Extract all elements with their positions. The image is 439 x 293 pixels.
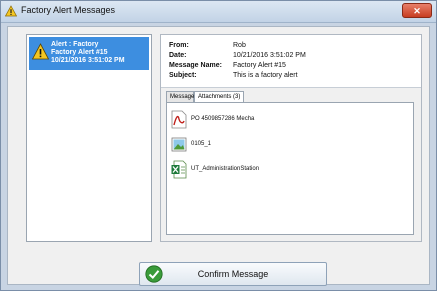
attachment-name: 0105_1 bbox=[191, 141, 212, 147]
message-panel: From: Rob Date: 10/21/2016 3:51:02 PM Me… bbox=[160, 34, 422, 242]
pdf-icon bbox=[171, 110, 187, 129]
attachments-list: PO 4509857286 Mecha 0105_1 UT_Administra… bbox=[166, 102, 414, 235]
image-file-icon bbox=[171, 137, 187, 152]
from-value: Rob bbox=[233, 42, 246, 49]
warning-icon bbox=[5, 5, 17, 17]
warning-icon bbox=[32, 43, 49, 60]
client-area: Alert : Factory Factory Alert #15 10/21/… bbox=[7, 26, 430, 286]
from-label: From: bbox=[169, 42, 189, 49]
title-bar[interactable]: Factory Alert Messages ✕ bbox=[1, 1, 436, 23]
close-icon: ✕ bbox=[413, 6, 421, 16]
date-value: 10/21/2016 3:51:02 PM bbox=[233, 52, 306, 59]
alert-timestamp: 10/21/2016 3:51:02 PM bbox=[51, 57, 125, 64]
date-label: Date: bbox=[169, 52, 187, 59]
confirm-message-label: Confirm Message bbox=[197, 269, 269, 279]
alert-type: Alert : Factory bbox=[51, 41, 99, 48]
confirm-message-button[interactable]: Confirm Message bbox=[139, 262, 327, 286]
attachment-item[interactable]: PO 4509857286 Mecha bbox=[171, 110, 401, 130]
attachment-item[interactable]: 0105_1 bbox=[171, 135, 401, 155]
message-name-value: Factory Alert #15 bbox=[233, 62, 286, 69]
alert-name: Factory Alert #15 bbox=[51, 49, 108, 56]
window-title: Factory Alert Messages bbox=[21, 5, 116, 15]
subject-label: Subject: bbox=[169, 72, 197, 79]
subject-value: This is a factory alert bbox=[233, 72, 298, 79]
excel-icon bbox=[171, 160, 187, 179]
attachment-name: UT_AdministrationStation bbox=[191, 166, 260, 172]
close-button[interactable]: ✕ bbox=[402, 3, 432, 18]
tab-message[interactable]: Message bbox=[166, 91, 194, 102]
message-header: From: Rob Date: 10/21/2016 3:51:02 PM Me… bbox=[161, 35, 421, 88]
alert-list-item[interactable]: Alert : Factory Factory Alert #15 10/21/… bbox=[29, 37, 149, 70]
factory-alert-window: Factory Alert Messages ✕ Alert : Factory… bbox=[0, 0, 437, 291]
attachment-name: PO 4509857286 Mecha bbox=[191, 116, 255, 122]
attachment-item[interactable]: UT_AdministrationStation bbox=[171, 160, 401, 180]
alert-list[interactable]: Alert : Factory Factory Alert #15 10/21/… bbox=[26, 34, 152, 242]
message-name-label: Message Name: bbox=[169, 62, 222, 69]
